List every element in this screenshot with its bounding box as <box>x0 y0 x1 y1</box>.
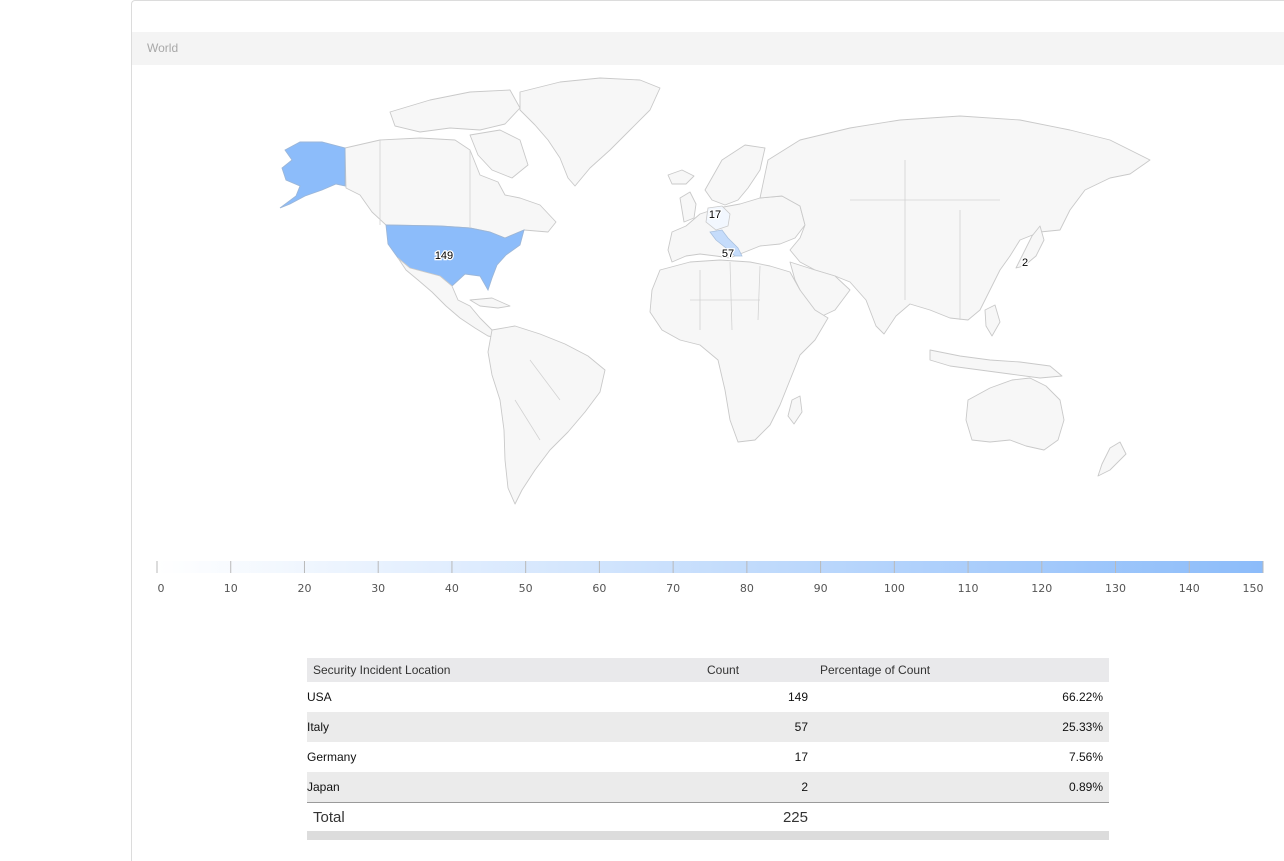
australia-shape[interactable] <box>965 377 1065 451</box>
total-footer-bar <box>307 831 1109 840</box>
legend-tick-label: 0 <box>158 582 165 595</box>
cell-percentage: 0.89% <box>814 772 1109 803</box>
legend-tick-label: 140 <box>1179 582 1200 595</box>
table-row[interactable]: Italy 57 25.33% <box>307 712 1109 742</box>
world-map: 149 17 57 2 0 10 20 30 40 50 60 70 80 90 100 110 120… <box>156 77 1264 595</box>
indonesia-shape[interactable] <box>929 349 1063 379</box>
legend-tick-label: 100 <box>884 582 905 595</box>
cell-percentage: 66.22% <box>1062 690 1103 704</box>
new-zealand-shape[interactable] <box>1097 441 1127 477</box>
legend-tick-label: 80 <box>740 582 754 595</box>
cell-percentage: 7.56% <box>1068 750 1103 764</box>
cell-percentage: 25.33% <box>814 712 1109 742</box>
incident-table: Security Incident Location Count Percent… <box>307 658 1109 840</box>
legend-tick-label: 30 <box>371 582 385 595</box>
legend-tick-label: 70 <box>666 582 680 595</box>
legend-tick-label: 60 <box>592 582 606 595</box>
map-label-italy: 57 <box>722 248 734 260</box>
cell-count: 17 <box>794 750 808 764</box>
map-label-germany: 17 <box>709 209 721 221</box>
cell-location: Germany <box>307 750 357 764</box>
south-america-shape[interactable] <box>487 325 606 505</box>
iceland-shape[interactable] <box>667 169 695 185</box>
philippines-shape[interactable] <box>984 304 1001 337</box>
header-count[interactable]: Count <box>707 658 814 682</box>
cell-count: 57 <box>707 712 814 742</box>
table-row[interactable]: Germany 17 7.56% <box>307 742 1109 772</box>
total-count: 225 <box>707 802 814 831</box>
madagascar-shape[interactable] <box>787 395 803 425</box>
legend-tick-label: 10 <box>224 582 238 595</box>
cuba-shape[interactable] <box>469 297 511 309</box>
legend-tick-label: 130 <box>1105 582 1126 595</box>
table-header-row: Security Incident Location Count Percent… <box>307 658 1109 682</box>
legend-tick-label: 120 <box>1031 582 1052 595</box>
legend-tick-label: 40 <box>445 582 459 595</box>
scandinavia-shape[interactable] <box>704 144 766 206</box>
legend-tick-label: 110 <box>958 582 979 595</box>
cell-location: Italy <box>307 712 707 742</box>
table-row[interactable]: USA 149 66.22% <box>307 682 1109 712</box>
alaska-shape[interactable] <box>279 141 346 209</box>
cell-location: USA <box>307 690 332 704</box>
map-label-japan: 2 <box>1022 257 1028 269</box>
total-label: Total <box>307 802 707 831</box>
arctic-islands-shape[interactable] <box>389 89 521 133</box>
legend-tick-label: 90 <box>814 582 828 595</box>
legend-color-bar <box>157 561 1263 573</box>
total-percentage-empty <box>814 802 1109 831</box>
legend-tick-label: 50 <box>519 582 533 595</box>
legend-tick-label: 150 <box>1243 582 1264 595</box>
cell-location: Japan <box>307 772 707 803</box>
total-row: Total 225 <box>307 802 1109 831</box>
header-location[interactable]: Security Incident Location <box>307 658 707 682</box>
uk-shape[interactable] <box>679 191 697 223</box>
greenland-shape[interactable] <box>519 77 661 187</box>
cell-count: 149 <box>787 690 808 704</box>
cell-count: 2 <box>707 772 814 803</box>
header-percentage[interactable]: Percentage of Count <box>814 658 1109 682</box>
map-label-usa: 149 <box>435 250 453 262</box>
legend-tick-label: 20 <box>297 582 311 595</box>
table-row[interactable]: Japan 2 0.89% <box>307 772 1109 803</box>
